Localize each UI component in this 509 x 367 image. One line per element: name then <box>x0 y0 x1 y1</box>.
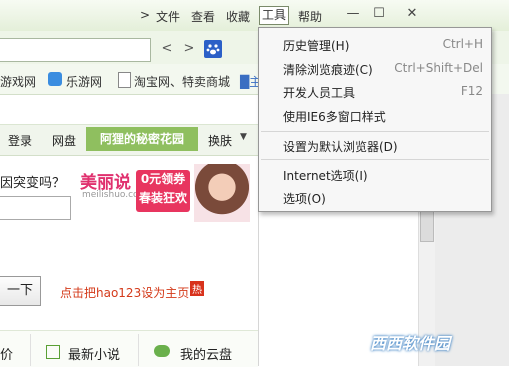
tab-divider <box>138 334 139 366</box>
meilishuo-ad[interactable]: 美丽说 meilishuo.com 0元领券 春装狂欢 <box>80 164 250 222</box>
skin-dropdown-icon[interactable]: ▼ <box>240 132 247 142</box>
garden-banner[interactable]: 阿狸的秘密花园 <box>86 127 198 151</box>
menu-view[interactable]: 查看 <box>191 8 215 25</box>
menu-chevron[interactable]: > <box>140 8 150 22</box>
menu-separator <box>261 159 489 160</box>
leyou-icon <box>48 72 62 86</box>
ad-coupon-line1: 0元领券 <box>140 172 186 186</box>
skin-link[interactable]: 换肤 <box>208 132 232 149</box>
tools-menu: 历史管理(H) Ctrl+H 清除浏览痕迹(C) Ctrl+Shift+Del … <box>258 27 492 212</box>
shortcut-clear-traces: Ctrl+Shift+Del <box>394 61 483 75</box>
question-text: 因突变吗？ <box>0 176 66 191</box>
address-input[interactable] <box>0 38 151 62</box>
fav-item-games[interactable]: 游戏网 <box>0 73 36 90</box>
netdisk-link[interactable]: 网盘 <box>52 132 76 149</box>
menu-item-internet-options[interactable]: Internet选项(I) <box>283 167 368 184</box>
set-homepage-link[interactable]: 点击把hao123设为主页 <box>60 284 189 301</box>
forward-button[interactable]: > <box>180 40 198 58</box>
menu-favorites[interactable]: 收藏 <box>226 8 250 25</box>
shortcut-dev-tools: F12 <box>460 84 483 98</box>
menu-item-history[interactable]: 历史管理(H) <box>283 37 349 54</box>
menu-item-ie6-style[interactable]: 使用IE6多窗口样式 <box>283 108 386 125</box>
menu-separator <box>261 131 489 132</box>
fav-item-taobao[interactable]: 淘宝网、特卖商城 <box>134 73 230 90</box>
shortcut-history: Ctrl+H <box>442 37 483 51</box>
fav-item-leyou[interactable]: 乐游网 <box>66 73 102 90</box>
menu-file[interactable]: 文件 <box>156 8 180 25</box>
ad-coupon-line2: 春装狂欢 <box>138 191 187 205</box>
baidu-paw-icon[interactable] <box>204 40 222 58</box>
ad-coupon: 0元领券 春装狂欢 <box>136 170 190 212</box>
answer-input[interactable] <box>0 196 71 220</box>
minimize-button[interactable]: — <box>342 5 364 23</box>
back-button[interactable]: < <box>158 40 176 58</box>
search-button[interactable]: 一下 <box>0 276 41 306</box>
menu-item-dev-tools[interactable]: 开发人员工具 <box>283 84 355 101</box>
tab-price[interactable]: 价 <box>0 344 13 363</box>
menu-item-set-default[interactable]: 设置为默认浏览器(D) <box>283 138 398 155</box>
menu-help[interactable]: 帮助 <box>298 8 322 25</box>
hot-badge: 热 <box>190 281 204 296</box>
tab-new-novels[interactable]: 最新小说 <box>68 344 120 363</box>
login-link[interactable]: 登录 <box>8 132 32 149</box>
menu-item-options[interactable]: 选项(O) <box>283 190 326 207</box>
close-button[interactable]: ✕ <box>401 5 423 23</box>
watermark: 西西软件园 <box>370 334 451 353</box>
tab-my-cloud[interactable]: 我的云盘 <box>180 344 232 363</box>
cloud-icon <box>154 345 170 357</box>
menu-tools[interactable]: 工具 <box>259 6 290 25</box>
maximize-button[interactable]: ☐ <box>368 5 390 23</box>
book-icon <box>46 345 60 359</box>
tab-divider <box>30 334 31 366</box>
menu-item-clear-traces[interactable]: 清除浏览痕迹(C) <box>283 61 373 78</box>
ad-model-image <box>194 164 250 222</box>
page-icon <box>118 72 131 88</box>
